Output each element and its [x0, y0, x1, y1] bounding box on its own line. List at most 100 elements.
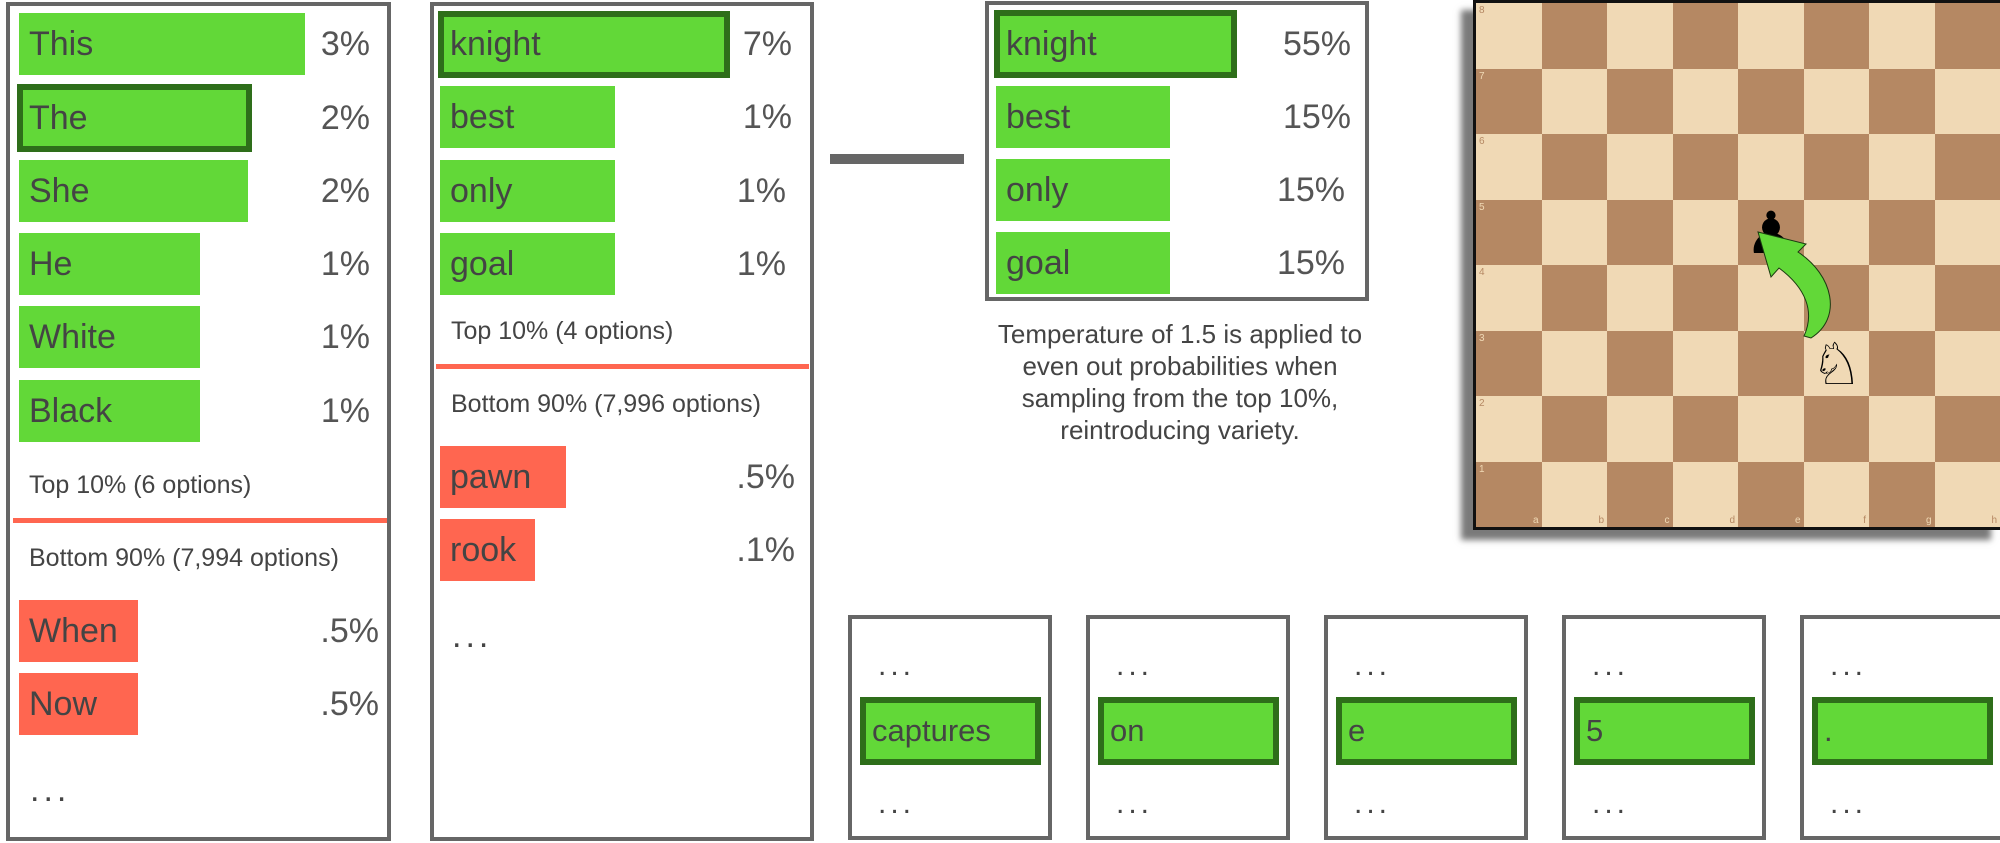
square-f4[interactable]	[1803, 265, 1869, 331]
square-c3[interactable]	[1607, 330, 1673, 396]
square-d1[interactable]: d	[1672, 461, 1738, 527]
token-bar-knight-selected: knight	[994, 10, 1237, 78]
square-c5[interactable]	[1607, 199, 1673, 265]
token-pct: .5%	[320, 685, 379, 723]
square-a2[interactable]: 2	[1476, 396, 1542, 462]
square-e4[interactable]	[1738, 265, 1804, 331]
file-label: b	[1598, 515, 1604, 526]
token-pct: 1%	[320, 318, 370, 356]
square-c4[interactable]	[1607, 265, 1673, 331]
square-b5[interactable]	[1541, 199, 1607, 265]
ellipsis: ...	[1592, 649, 1630, 682]
token-box-on: ... on ...	[1086, 615, 1290, 840]
square-g2[interactable]	[1869, 396, 1935, 462]
ellipsis: ...	[1592, 787, 1630, 820]
square-g7[interactable]	[1869, 68, 1935, 134]
square-c8[interactable]	[1607, 3, 1673, 69]
square-d3[interactable]	[1672, 330, 1738, 396]
square-e6[interactable]	[1738, 134, 1804, 200]
chessboard: 8 7 6 5 ♟ 4 3 ♘ 2 1 a b c d e f g h	[1473, 0, 2000, 530]
file-label: e	[1794, 515, 1801, 526]
square-h8[interactable]	[1934, 3, 2000, 69]
square-h4[interactable]	[1934, 265, 2000, 331]
square-h2[interactable]	[1934, 396, 2000, 462]
square-b7[interactable]	[1541, 68, 1607, 134]
square-e1[interactable]: e	[1738, 461, 1804, 527]
square-h5[interactable]	[1934, 199, 2000, 265]
token-pct: 3%	[320, 25, 370, 63]
square-h6[interactable]	[1934, 134, 2000, 200]
square-f8[interactable]	[1803, 3, 1869, 69]
square-f7[interactable]	[1803, 68, 1869, 134]
square-d2[interactable]	[1672, 396, 1738, 462]
square-d7[interactable]	[1672, 68, 1738, 134]
ellipsis: ...	[1116, 787, 1154, 820]
white-knight-icon[interactable]: ♘	[1804, 331, 1870, 397]
token-bar-only: only	[440, 160, 615, 222]
square-e2[interactable]	[1738, 396, 1804, 462]
cutoff-divider	[13, 518, 387, 523]
square-c1[interactable]: c	[1607, 461, 1673, 527]
square-d6[interactable]	[1672, 134, 1738, 200]
ellipsis: ...	[878, 787, 916, 820]
file-label: c	[1664, 515, 1670, 526]
square-d4[interactable]	[1672, 265, 1738, 331]
square-b1[interactable]: b	[1541, 461, 1607, 527]
square-b2[interactable]	[1541, 396, 1607, 462]
token-box-e: ... e ...	[1324, 615, 1528, 840]
square-h7[interactable]	[1934, 68, 2000, 134]
file-label: g	[1925, 515, 1932, 526]
square-g4[interactable]	[1869, 265, 1935, 331]
token-pct: 2%	[320, 172, 370, 210]
square-b6[interactable]	[1541, 134, 1607, 200]
ellipsis: ...	[1116, 649, 1154, 682]
square-f1[interactable]: f	[1803, 461, 1869, 527]
square-g5[interactable]	[1869, 199, 1935, 265]
square-a1[interactable]: 1a	[1476, 461, 1542, 527]
square-f2[interactable]	[1803, 396, 1869, 462]
square-f6[interactable]	[1803, 134, 1869, 200]
token-bar-the-selected: The	[17, 84, 252, 152]
token-bar-knight-selected: knight	[438, 11, 730, 78]
square-e8[interactable]	[1738, 3, 1804, 69]
square-a7[interactable]: 7	[1476, 68, 1542, 134]
square-c7[interactable]	[1607, 68, 1673, 134]
token-pct: 1%	[742, 98, 792, 136]
token-bar-when: When	[19, 600, 138, 662]
square-c6[interactable]	[1607, 134, 1673, 200]
square-f3[interactable]: ♘	[1803, 330, 1870, 397]
file-label: d	[1729, 515, 1735, 526]
square-h1[interactable]: h	[1934, 461, 2000, 527]
square-g1[interactable]: g	[1869, 461, 1935, 527]
square-a6[interactable]: 6	[1476, 134, 1542, 200]
square-g3[interactable]	[1869, 330, 1935, 396]
square-e3[interactable]	[1738, 330, 1804, 396]
square-c2[interactable]	[1607, 396, 1673, 462]
square-a5[interactable]: 5	[1476, 199, 1542, 265]
token-pct: 7%	[742, 25, 792, 63]
square-a4[interactable]: 4	[1476, 265, 1542, 331]
token-bar-rook: rook	[440, 519, 535, 581]
token-bar-selected: captures	[860, 697, 1041, 765]
token-bar-only: only	[996, 159, 1170, 221]
ellipsis: ...	[452, 617, 493, 655]
square-b4[interactable]	[1541, 265, 1607, 331]
token-bar-goal: goal	[996, 232, 1170, 294]
square-d8[interactable]	[1672, 3, 1738, 69]
square-f5[interactable]	[1803, 199, 1869, 265]
token-bar-selected: .	[1812, 697, 1993, 765]
square-g6[interactable]	[1869, 134, 1935, 200]
square-g8[interactable]	[1869, 3, 1935, 69]
square-b3[interactable]	[1541, 330, 1607, 396]
square-e5[interactable]: ♟	[1738, 199, 1804, 266]
token-pct: .5%	[320, 612, 379, 650]
square-h3[interactable]	[1934, 330, 2000, 396]
square-a8[interactable]: 8	[1476, 3, 1542, 69]
square-a3[interactable]: 3	[1476, 330, 1542, 396]
black-pawn-icon[interactable]: ♟	[1738, 200, 1804, 266]
square-b8[interactable]	[1541, 3, 1607, 69]
token-pct: 2%	[320, 99, 370, 137]
square-e7[interactable]	[1738, 68, 1804, 134]
rank-label: 8	[1479, 5, 1485, 16]
square-d5[interactable]	[1672, 199, 1738, 265]
